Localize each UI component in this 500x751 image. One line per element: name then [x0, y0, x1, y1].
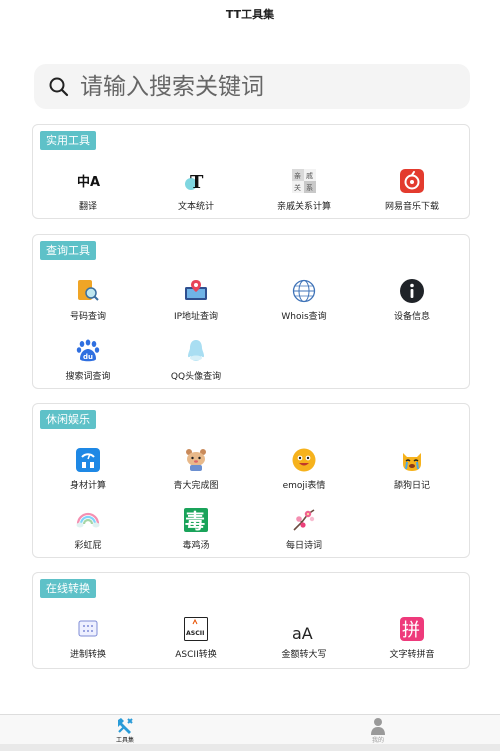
number-search-icon [78, 280, 99, 301]
tool-translate[interactable]: 中A 翻译 [33, 169, 143, 219]
tool-label: IP地址查询 [173, 312, 219, 322]
tool-label: 搜索词查询 [65, 372, 111, 382]
tool-label: 青大完成图 [173, 481, 219, 491]
search-icon [49, 77, 69, 97]
letter-a-icon: aA [292, 624, 313, 641]
tool-amount-upper[interactable]: aA 金额转大写 [249, 617, 359, 667]
tool-label: 身材计算 [69, 481, 106, 491]
tool-label: Whois查询 [281, 312, 327, 322]
tool-qq-avatar[interactable]: QQ头像查询 [141, 339, 251, 389]
plum-blossom-icon [293, 509, 315, 531]
relatives-glyph: 戚 [306, 171, 313, 180]
qq-penguin-icon [188, 340, 204, 361]
wrench-tools-icon [118, 718, 133, 734]
tool-label: 翻译 [78, 202, 97, 212]
tool-label: 号码查询 [69, 312, 106, 322]
tool-label: emoji表情 [282, 481, 326, 491]
tool-label: QQ头像查询 [170, 372, 222, 382]
emoji-icon [292, 448, 316, 472]
tool-label: 网易音乐下载 [384, 202, 439, 212]
tool-label: 彩虹屁 [74, 541, 102, 551]
tool-label: 每日诗词 [285, 541, 322, 551]
section-tag: 休闲娱乐 [40, 410, 96, 429]
tool-body-calc[interactable]: 身材计算 [33, 448, 143, 498]
tool-label: 进制转换 [69, 650, 106, 660]
tool-emoji[interactable]: emoji表情 [249, 448, 359, 498]
tool-rainbow[interactable]: 彩虹屁 [33, 508, 143, 558]
tool-number-query[interactable]: 号码查询 [33, 279, 143, 329]
text-glyph: T [190, 172, 204, 193]
tab-bar: 工具集 我的 [0, 714, 500, 744]
search-bar[interactable]: 请输入搜索关键词 [34, 64, 470, 109]
tool-label: 设备信息 [393, 312, 430, 322]
section-tag: 在线转换 [40, 579, 96, 598]
relatives-glyph: 关 [294, 183, 301, 192]
pinyin-icon: 拼 [400, 617, 424, 641]
section-query-tools: 查询工具 号码查询 IP地址查询 Whois查询 设备信息 du 搜索词查询 Q… [32, 234, 470, 389]
letter-a-glyph: aA [292, 624, 313, 641]
baidu-glyph: du [83, 353, 93, 361]
netease-music-icon [400, 169, 424, 193]
tool-label: 文本统计 [177, 202, 214, 212]
tool-ascii[interactable]: ASCII ASCII转换 [141, 617, 251, 667]
rainbow-icon [76, 512, 100, 528]
translate-icon: 中A [77, 174, 100, 190]
hamster-icon [186, 449, 206, 471]
tool-relatives[interactable]: 亲 戚 关 系 亲戚关系计算 [249, 169, 359, 219]
ascii-icon: ASCII [184, 617, 208, 641]
tab-mine[interactable]: 我的 [358, 715, 398, 745]
ascii-glyph: ASCII [186, 630, 204, 637]
relatives-glyph: 亲 [294, 171, 301, 180]
ip-location-icon [185, 280, 207, 300]
section-leisure: 休闲娱乐 身材计算 青大完成图 emoji表情 舔狗日记 彩虹屁 毒 毒鸡汤 每… [32, 403, 470, 558]
tool-pinyin[interactable]: 拼 文字转拼音 [357, 617, 467, 667]
translate-glyph: 中A [77, 174, 100, 190]
info-icon [400, 279, 424, 303]
pinyin-glyph: 拼 [402, 620, 420, 641]
user-icon [371, 718, 385, 735]
section-online-convert: 在线转换 进制转换 ASCII ASCII转换 aA 金额转大写 拼 文字转拼音 [32, 572, 470, 669]
section-tag: 查询工具 [40, 241, 96, 260]
tab-label: 我的 [371, 737, 384, 744]
tab-tools[interactable]: 工具集 [105, 715, 145, 745]
tool-label: 金额转大写 [281, 650, 327, 660]
bottom-strip [0, 744, 500, 751]
tool-whois[interactable]: Whois查询 [249, 279, 359, 329]
app-title: TT工具集 [225, 8, 275, 21]
tool-ip-query[interactable]: IP地址查询 [141, 279, 251, 329]
search-placeholder: 请输入搜索关键词 [80, 74, 264, 100]
tool-base-convert[interactable]: 进制转换 [33, 617, 143, 667]
tool-netease-music[interactable]: 网易音乐下载 [357, 169, 467, 219]
tool-label: ASCII转换 [175, 650, 217, 660]
tool-diary[interactable]: 舔狗日记 [357, 448, 467, 498]
main-content: 请输入搜索关键词 实用工具 中A 翻译 T 文本统计 亲 戚 关 系 亲戚关系计… [0, 30, 500, 714]
section-practical-tools: 实用工具 中A 翻译 T 文本统计 亲 戚 关 系 亲戚关系计算 网易音乐下载 [32, 124, 470, 219]
section-tag: 实用工具 [40, 131, 96, 150]
poison-glyph: 毒 [185, 509, 205, 532]
binary-icon [78, 620, 98, 637]
tool-daily-poem[interactable]: 每日诗词 [249, 508, 359, 558]
relatives-glyph: 系 [306, 183, 313, 192]
text-icon: T [185, 172, 204, 193]
tool-text-stats[interactable]: T 文本统计 [141, 169, 251, 219]
globe-icon [292, 279, 316, 303]
nav-bar: TT工具集 [0, 0, 500, 30]
tool-search-term[interactable]: du 搜索词查询 [33, 339, 143, 389]
tool-label: 文字转拼音 [389, 650, 435, 660]
relatives-icon: 亲 戚 关 系 [292, 169, 316, 193]
tool-label: 亲戚关系计算 [276, 202, 331, 212]
baidu-icon: du [76, 339, 100, 362]
tab-label: 工具集 [115, 737, 134, 744]
tool-label: 毒鸡汤 [182, 541, 210, 551]
poison-icon: 毒 [184, 508, 208, 532]
tool-label: 舔狗日记 [393, 481, 430, 491]
scale-icon [76, 448, 100, 472]
tool-device-info[interactable]: 设备信息 [357, 279, 467, 329]
tool-qingda[interactable]: 青大完成图 [141, 448, 251, 498]
tool-poison-soup[interactable]: 毒 毒鸡汤 [141, 508, 251, 558]
crying-cat-icon [403, 453, 421, 471]
